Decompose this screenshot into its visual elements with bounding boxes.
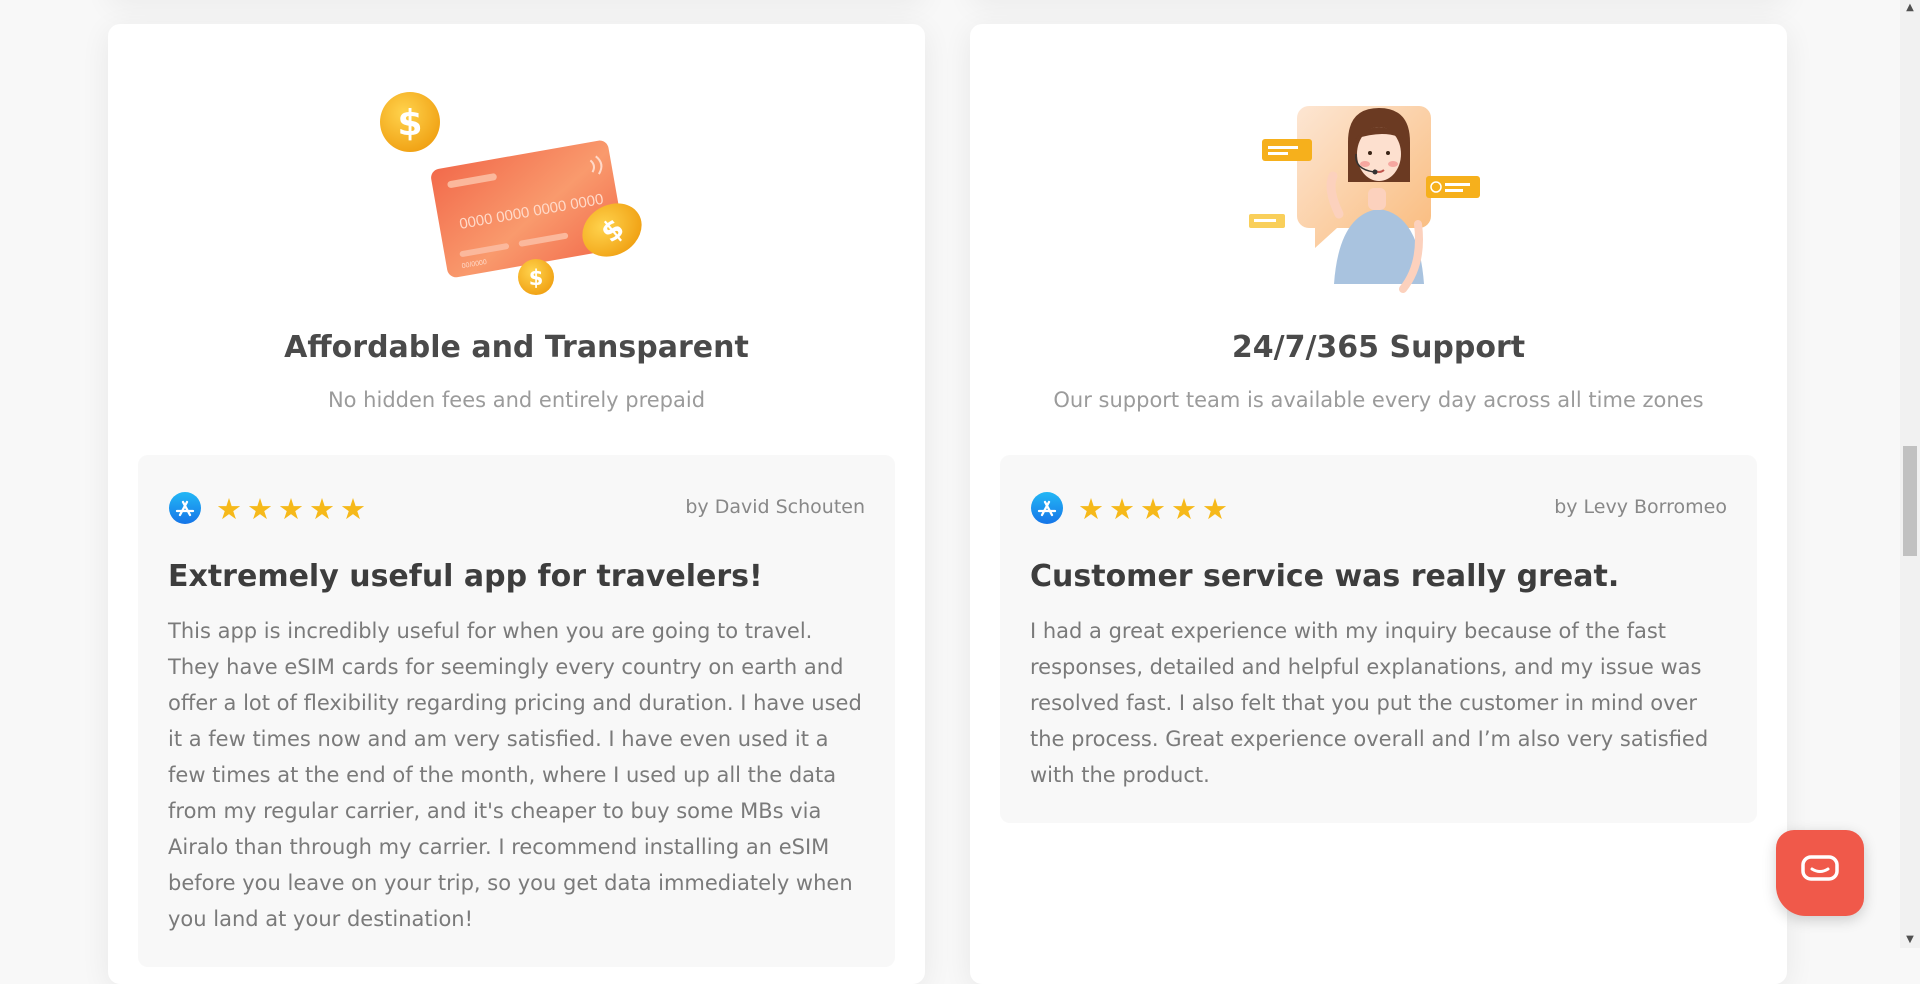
rating-stars: ★ ★ ★ ★ ★: [216, 495, 366, 524]
feature-title: 24/7/365 Support: [1231, 330, 1526, 365]
support-agent-illustration: [1229, 84, 1529, 309]
review-title: Extremely useful app for travelers!: [168, 559, 763, 594]
credit-card-coins-illustration: 0000 0000 0000 0000 00/0000 $ $ $: [367, 84, 667, 309]
scroll-up-arrow-icon[interactable]: ▲: [1900, 0, 1920, 16]
feature-card-support: 24/7/365 Support Our support team is ava…: [970, 24, 1787, 984]
chat-bubble-icon: [1800, 854, 1840, 892]
star-icon: ★: [278, 492, 304, 526]
svg-text:$: $: [528, 266, 543, 290]
page-scrollbar[interactable]: ▲ ▼: [1900, 0, 1920, 948]
feature-title: Affordable and Transparent: [284, 330, 749, 365]
review-body: I had a great experience with my inquiry…: [1030, 619, 1709, 787]
star-icon: ★: [1171, 492, 1197, 526]
app-store-icon: [168, 491, 202, 525]
review-card: ★ ★ ★ ★ ★ by David Schouten Extremely us…: [138, 455, 895, 967]
feature-subtitle: Our support team is available every day …: [1053, 388, 1704, 412]
star-icon: ★: [1202, 492, 1228, 526]
scroll-down-arrow-icon[interactable]: ▼: [1900, 932, 1920, 948]
star-icon: ★: [1078, 492, 1104, 526]
review-body: This app is incredibly useful for when y…: [168, 619, 862, 931]
scrollbar-thumb[interactable]: [1903, 446, 1917, 556]
feature-subtitle: No hidden fees and entirely prepaid: [327, 388, 706, 412]
rating-stars: ★ ★ ★ ★ ★: [1078, 495, 1228, 524]
star-icon: ★: [247, 492, 273, 526]
star-icon: ★: [340, 492, 366, 526]
star-icon: ★: [309, 492, 335, 526]
star-icon: ★: [1109, 492, 1135, 526]
review-author: by David Schouten: [685, 496, 865, 518]
review-title: Customer service was really great.: [1030, 559, 1620, 594]
chat-widget-button[interactable]: [1776, 830, 1864, 916]
star-icon: ★: [1140, 492, 1166, 526]
review-author: by Levy Borromeo: [1554, 496, 1727, 518]
feature-card-affordable: 0000 0000 0000 0000 00/0000 $ $ $ Afford…: [108, 24, 925, 984]
star-icon: ★: [216, 492, 242, 526]
svg-text:$: $: [397, 103, 422, 144]
review-card: ★ ★ ★ ★ ★ by Levy Borromeo Customer serv…: [1000, 455, 1757, 823]
app-store-icon: [1030, 491, 1064, 525]
